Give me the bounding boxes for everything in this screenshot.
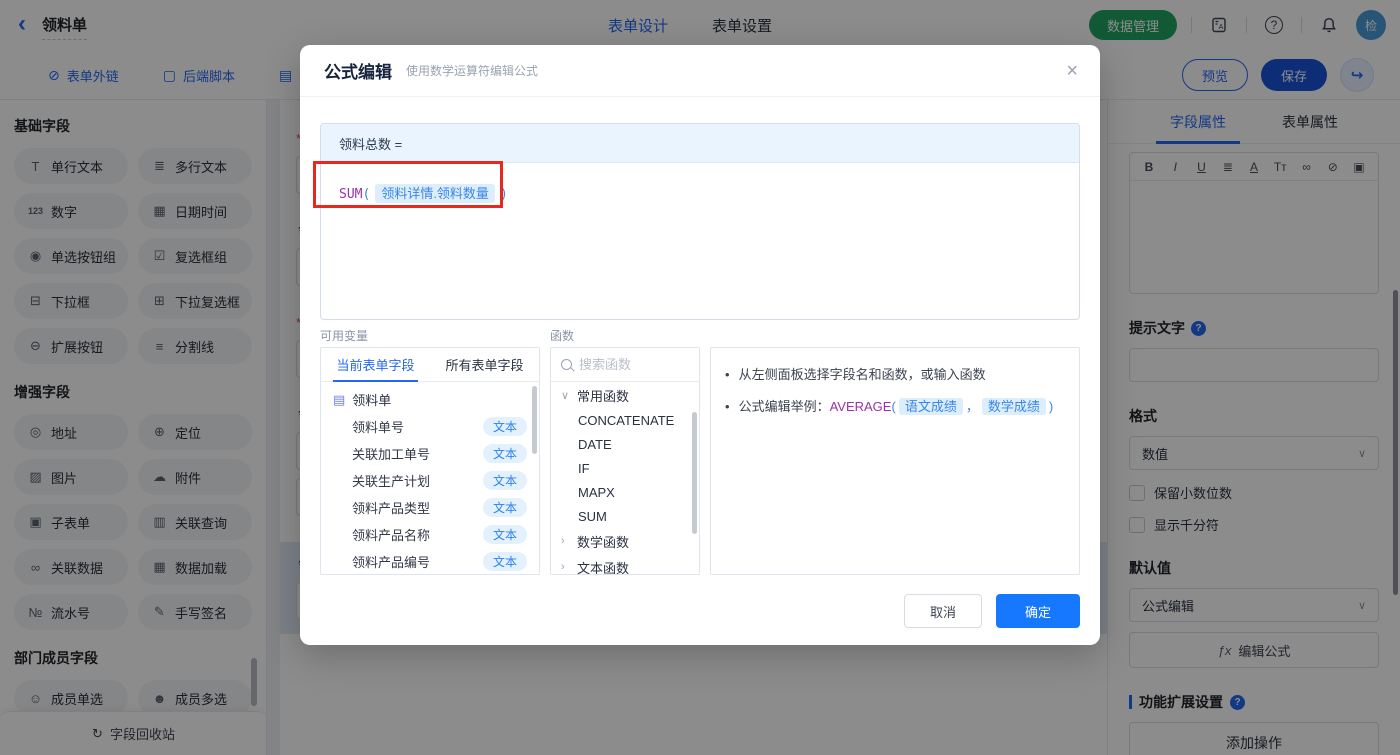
tip-prefix: 公式编辑举例： bbox=[738, 399, 830, 414]
function-item[interactable]: SUM bbox=[551, 504, 699, 528]
function-items: CONCATENATE DATE IF MAPX SUM bbox=[551, 408, 699, 528]
confirm-button[interactable]: 确定 bbox=[996, 594, 1080, 628]
open-paren: ( bbox=[891, 399, 896, 414]
function-item[interactable]: IF bbox=[551, 456, 699, 480]
bullet-icon: • bbox=[725, 399, 730, 414]
bullet-icon: • bbox=[725, 367, 730, 382]
variable-name: 领料产品名称 bbox=[352, 528, 431, 543]
variables-scrollbar[interactable] bbox=[532, 386, 537, 454]
tip-example: 公式编辑举例：AVERAGE(语文成绩，数学成绩) bbox=[738, 397, 1054, 416]
modal-header: 公式编辑 使用数学运算符编辑公式 bbox=[300, 45, 1100, 97]
functions-label: 函数 bbox=[550, 329, 575, 343]
tips-panel: • 从左侧面板选择字段名和函数，或输入函数 • 公式编辑举例：AVERAGE(语… bbox=[710, 347, 1080, 575]
example-function: AVERAGE bbox=[829, 399, 892, 414]
function-item[interactable]: CONCATENATE bbox=[551, 408, 699, 432]
function-name: DATE bbox=[578, 436, 612, 452]
variable-row[interactable]: 领料单号 文本 bbox=[321, 413, 539, 440]
functions-scrollbar[interactable] bbox=[692, 412, 697, 534]
formula-body[interactable]: SUM( 领料详情.领料数量) bbox=[321, 163, 1079, 222]
tip-text: 从左侧面板选择字段名和函数，或输入函数 bbox=[738, 367, 986, 382]
modal-footer: 取消 确定 bbox=[904, 594, 1080, 628]
tab-current-form-fields[interactable]: 当前表单字段 bbox=[321, 348, 430, 382]
variable-type-badge: 文本 bbox=[482, 552, 527, 571]
tab-all-form-fields[interactable]: 所有表单字段 bbox=[430, 348, 539, 381]
functions-panel: ∨ 常用函数 CONCATENATE DATE bbox=[550, 347, 700, 575]
close-icon[interactable]: × bbox=[1066, 61, 1078, 81]
search-icon bbox=[561, 359, 572, 370]
variable-type-badge: 文本 bbox=[482, 498, 527, 517]
function-group-label: 数学函数 bbox=[577, 534, 630, 550]
document-icon: ▤ bbox=[333, 391, 346, 407]
variable-row[interactable]: 关联生产计划 文本 bbox=[321, 467, 539, 494]
tip-line-1: • 从左侧面板选择字段名和函数，或输入函数 bbox=[725, 365, 1065, 384]
variables-root[interactable]: ▤ 领料单 bbox=[321, 386, 539, 413]
variable-row[interactable]: 关联加工单号 文本 bbox=[321, 440, 539, 467]
variables-label: 可用变量 bbox=[320, 329, 369, 343]
formula-target: 领料总数 = bbox=[321, 124, 1079, 163]
function-name: IF bbox=[578, 460, 590, 476]
chevron-collapsed-icon: › bbox=[561, 561, 565, 573]
formula-editor[interactable]: 领料总数 = SUM( 领料详情.领料数量) bbox=[320, 123, 1080, 320]
variable-type-badge: 文本 bbox=[482, 444, 527, 463]
formula-editor-modal: 公式编辑 使用数学运算符编辑公式 × 领料总数 = SUM(领料详情.领料数量)… bbox=[300, 45, 1100, 645]
function-item[interactable]: MAPX bbox=[551, 480, 699, 504]
cancel-button[interactable]: 取消 bbox=[904, 594, 982, 628]
function-group-label: 文本函数 bbox=[577, 560, 630, 575]
function-group-label: 常用函数 bbox=[577, 388, 630, 404]
variable-name: 领料产品类型 bbox=[352, 501, 431, 516]
function-name: SUM bbox=[578, 508, 607, 524]
close-paren: ) bbox=[499, 187, 508, 202]
variable-row[interactable]: 领料产品类型 文本 bbox=[321, 494, 539, 521]
open-paren: ( bbox=[362, 187, 371, 202]
variable-name: 关联生产计划 bbox=[352, 474, 431, 489]
variable-name: 关联加工单号 bbox=[352, 447, 431, 462]
modal-subtitle: 使用数学运算符编辑公式 bbox=[406, 64, 539, 78]
variable-row[interactable]: 领料产品名称 文本 bbox=[321, 521, 539, 548]
example-chip-1: 语文成绩 bbox=[898, 398, 963, 415]
modal-panels: 当前表单字段 所有表单字段 ▤ 领料单 领料单号 文本 关联加工单号 文本 关联… bbox=[320, 347, 1080, 575]
variable-type-badge: 文本 bbox=[482, 525, 527, 544]
panel-labels: 可用变量 函数 bbox=[300, 327, 1100, 345]
function-group-text[interactable]: › 文本函数 bbox=[551, 554, 699, 575]
function-name: CONCATENATE bbox=[578, 412, 675, 428]
variable-row[interactable]: 领料产品编号 文本 bbox=[321, 548, 539, 574]
variable-name: 领料单号 bbox=[352, 420, 405, 435]
comma: ， bbox=[965, 399, 979, 414]
modal-title: 公式编辑 bbox=[324, 63, 392, 82]
tip-line-2: • 公式编辑举例：AVERAGE(语文成绩，数学成绩) bbox=[725, 397, 1065, 416]
formula-field-chip[interactable]: 领料详情.领料数量 bbox=[375, 184, 495, 203]
chevron-collapsed-icon: › bbox=[561, 535, 565, 547]
function-group-math[interactable]: › 数学函数 bbox=[551, 528, 699, 554]
function-search bbox=[551, 348, 699, 382]
app-root: ‹ 领料单 表单设计 表单设置 数据管理 A ? 检 ⊘ 表单外链 ▢ 后端脚本… bbox=[0, 0, 1400, 755]
variables-panel: 当前表单字段 所有表单字段 ▤ 领料单 领料单号 文本 关联加工单号 文本 关联… bbox=[320, 347, 540, 575]
variable-type-badge: 文本 bbox=[482, 471, 527, 490]
function-group-common[interactable]: ∨ 常用函数 bbox=[551, 382, 699, 408]
variables-root-label: 领料单 bbox=[352, 393, 392, 408]
variables-list: 领料单号 文本 关联加工单号 文本 关联生产计划 文本 领料产品类型 文本 领料… bbox=[321, 413, 539, 574]
formula-function: SUM bbox=[339, 187, 363, 202]
chevron-expanded-icon: ∨ bbox=[561, 389, 570, 402]
variables-tabs: 当前表单字段 所有表单字段 bbox=[321, 348, 539, 382]
variable-name: 领料产品编号 bbox=[352, 555, 431, 570]
function-name: MAPX bbox=[578, 484, 615, 500]
function-search-input[interactable] bbox=[579, 357, 679, 372]
variable-type-badge: 文本 bbox=[482, 417, 527, 436]
example-chip-2: 数学成绩 bbox=[981, 398, 1046, 415]
function-item[interactable]: DATE bbox=[551, 432, 699, 456]
close-paren: ) bbox=[1048, 399, 1054, 414]
